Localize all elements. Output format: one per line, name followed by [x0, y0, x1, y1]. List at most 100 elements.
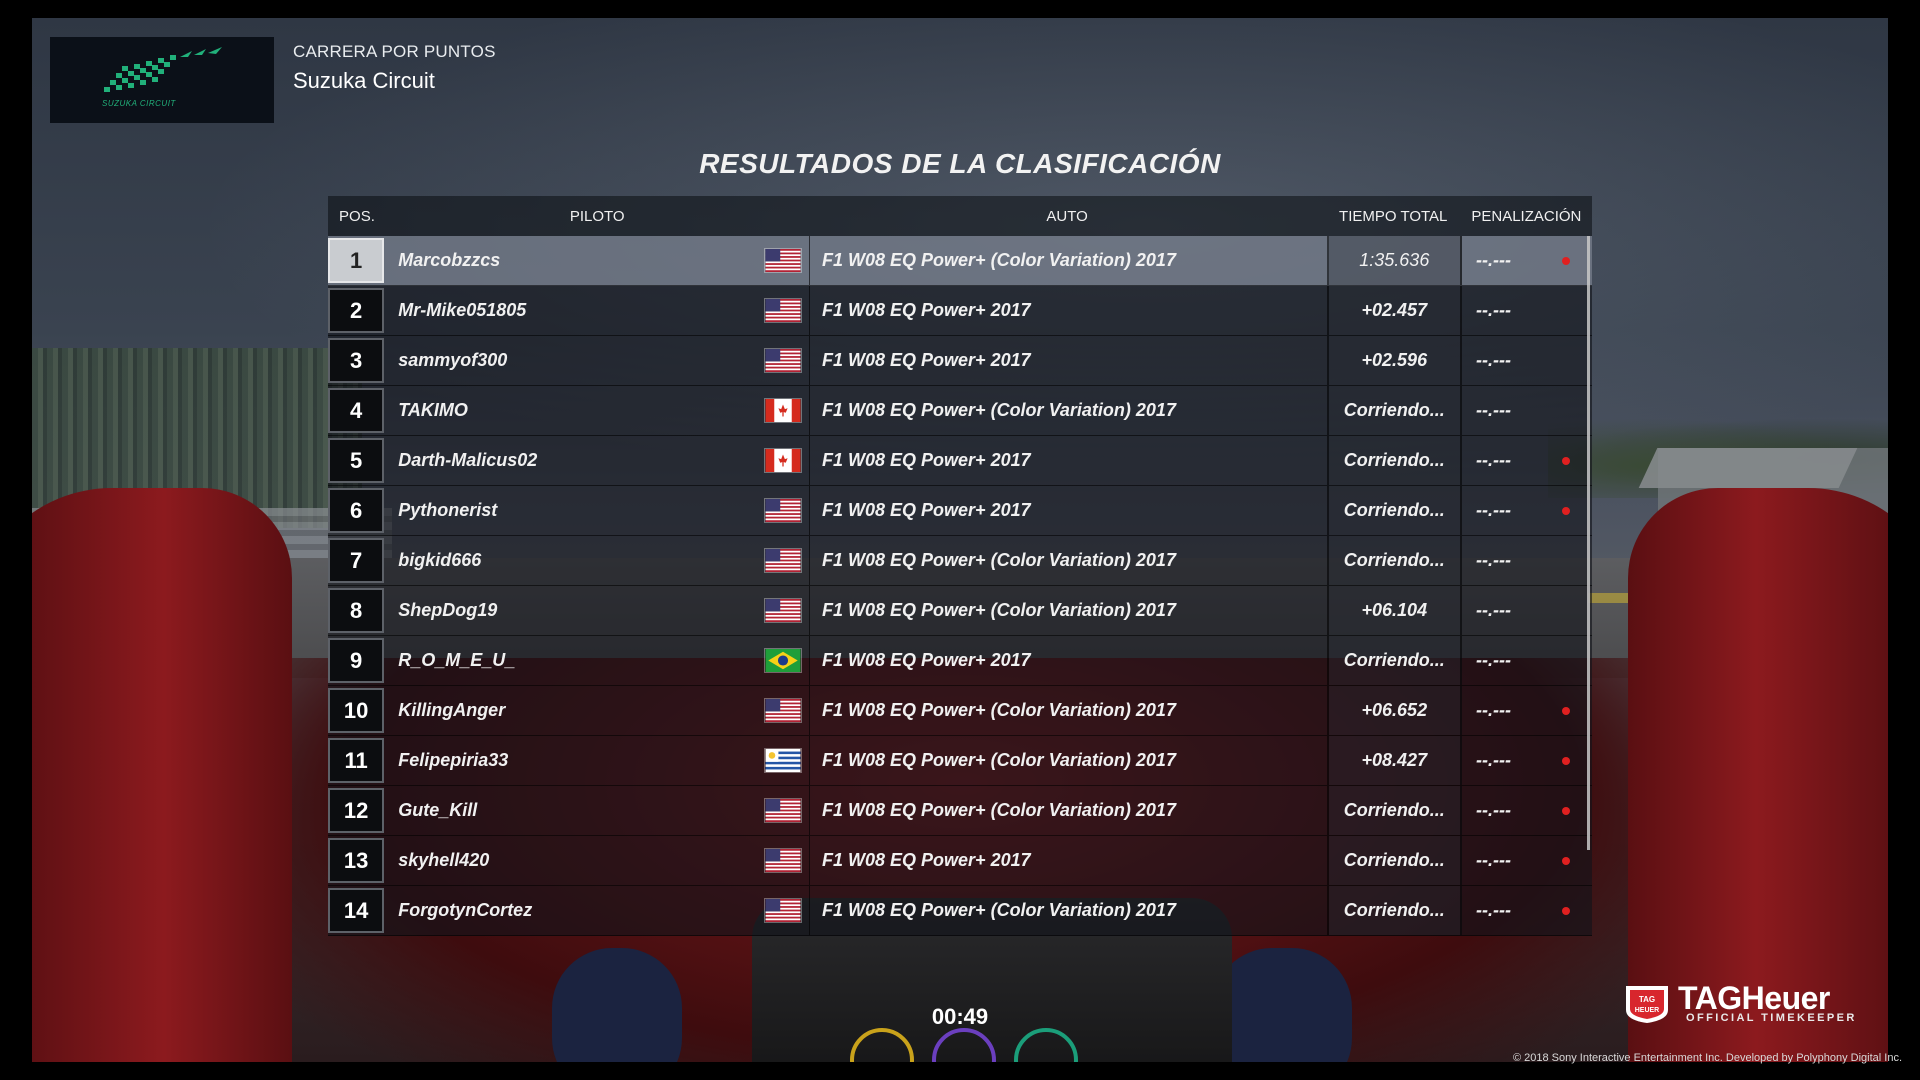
car-name: F1 W08 EQ Power+ 2017: [810, 436, 1329, 485]
total-time: +06.652: [1328, 686, 1463, 735]
pilot-name: Mr-Mike051805: [398, 300, 527, 320]
penalty-cell: --.---: [1462, 736, 1592, 785]
table-row[interactable]: 12 Gute_Kill F1 W08 EQ Power+ (Color Varia…: [328, 786, 1592, 836]
tag-heuer-shield-icon: TAG HEUER: [1626, 986, 1668, 1023]
car-name: F1 W08 EQ Power+ 2017: [810, 336, 1329, 385]
table-row[interactable]: 9 R_O_M_E_U_ F1 W08 EQ Power+ 2017 Corriend…: [328, 636, 1592, 686]
usa-flag-icon: [758, 336, 811, 385]
pilot-name: ShepDog19: [398, 600, 498, 620]
pilot-name: ForgotynCortez: [398, 900, 533, 920]
table-row[interactable]: 3 sammyof300 F1 W08 EQ Power+ 2017 +02.596-…: [328, 336, 1592, 386]
penalty-value: --.---: [1476, 450, 1512, 470]
penalty-value: --.---: [1476, 800, 1512, 820]
track-name: Suzuka Circuit: [293, 68, 435, 93]
penalty-indicator-icon: [1562, 807, 1571, 815]
table-body: 1 Marcobzzcs F1 W08 EQ Power+ (Color Varia…: [328, 236, 1592, 936]
position-number: 6: [328, 488, 385, 533]
table-row[interactable]: 8 ShepDog19 F1 W08 EQ Power+ (Color Variat…: [328, 586, 1592, 636]
penalty-indicator-icon: [1562, 457, 1571, 465]
table-row[interactable]: 10 KillingAnger F1 W08 EQ Power+ (Color Va…: [328, 686, 1592, 736]
penalty-value: --.---: [1476, 650, 1512, 670]
usa-flag-icon: [758, 836, 811, 885]
table-row[interactable]: 1 Marcobzzcs F1 W08 EQ Power+ (Color Varia…: [328, 236, 1592, 286]
table-row[interactable]: 14 ForgotynCortez F1 W08 EQ Power+ (Color …: [328, 886, 1592, 936]
car-name: F1 W08 EQ Power+ (Color Variation) 2017: [810, 536, 1329, 585]
total-time: +02.457: [1328, 286, 1463, 335]
penalty-indicator-icon: [1562, 857, 1571, 865]
car-name: F1 W08 EQ Power+ (Color Variation) 2017: [810, 586, 1329, 635]
penalty-value: --.---: [1476, 700, 1512, 720]
usa-flag-icon: [758, 686, 811, 735]
svg-text:HEUER: HEUER: [1635, 1007, 1660, 1014]
usa-flag-icon: [758, 236, 811, 285]
total-time: Corriendo...: [1328, 386, 1463, 435]
table-row[interactable]: 2 Mr-Mike051805 F1 W08 EQ Power+ 2017 +02.4…: [328, 286, 1592, 336]
checkered-flag-icon: [104, 47, 222, 92]
position-number: 13: [328, 838, 385, 883]
usa-flag-icon: [758, 586, 811, 635]
total-time: Corriendo...: [1328, 536, 1463, 585]
penalty-cell: --.---: [1462, 236, 1592, 285]
total-time: +02.596: [1328, 336, 1463, 385]
table-row[interactable]: 6 Pythonerist F1 W08 EQ Power+ 2017 Corrien…: [328, 486, 1592, 536]
position-number: 2: [328, 288, 385, 333]
sponsor-subtitle: OFFICIAL TIMEKEEPER: [1686, 1012, 1857, 1024]
position-number: 9: [328, 638, 385, 683]
position-number: 4: [328, 388, 385, 433]
usa-flag-icon: [758, 286, 811, 335]
header-car: AUTO: [1046, 207, 1088, 225]
penalty-value: --.---: [1476, 250, 1512, 270]
position-number: 5: [328, 438, 385, 483]
car-name: F1 W08 EQ Power+ 2017: [810, 636, 1329, 685]
penalty-value: --.---: [1476, 600, 1512, 620]
pilot-name: R_O_M_E_U_: [398, 650, 516, 670]
position-number: 3: [328, 338, 385, 383]
pit-roof: [1638, 448, 1858, 488]
canada-flag-icon: [758, 386, 811, 435]
penalty-cell: --.---: [1462, 886, 1592, 935]
car-name: F1 W08 EQ Power+ 2017: [810, 836, 1329, 885]
position-number: 14: [328, 888, 385, 933]
car-name: F1 W08 EQ Power+ (Color Variation) 2017: [810, 686, 1329, 735]
table-row[interactable]: 5 Darth-Malicus02 F1 W08 EQ Power+ 2017 Cor…: [328, 436, 1592, 486]
pilot-name: Pythonerist: [398, 500, 498, 520]
penalty-value: --.---: [1476, 850, 1512, 870]
logo-text: SUZUKA CIRCUIT: [102, 99, 176, 108]
track-logo: SUZUKA CIRCUIT: [50, 37, 274, 123]
usa-flag-icon: [758, 536, 811, 585]
penalty-value: --.---: [1476, 750, 1512, 770]
uruguay-flag-icon: [758, 736, 811, 785]
total-time: Corriendo...: [1328, 786, 1463, 835]
usa-flag-icon: [758, 786, 811, 835]
car-sidepod-right: [1628, 488, 1888, 1062]
table-row[interactable]: 7 bigkid666 F1 W08 EQ Power+ (Color Variat…: [328, 536, 1592, 586]
penalty-cell: --.---: [1462, 286, 1592, 335]
pilot-name: sammyof300: [398, 350, 508, 370]
car-name: F1 W08 EQ Power+ (Color Variation) 2017: [810, 886, 1329, 935]
penalty-cell: --.---: [1462, 336, 1592, 385]
header-pilot: PILOTO: [569, 207, 625, 225]
penalty-cell: --.---: [1462, 636, 1592, 685]
position-number: 11: [328, 738, 385, 783]
header-pos: POS.: [339, 207, 375, 225]
brazil-flag-icon: [758, 636, 811, 685]
event-type: CARRERA POR PUNTOS: [293, 42, 496, 61]
table-row[interactable]: 11 Felipepiria33 F1 W08 EQ Power+ (Color V…: [328, 736, 1592, 786]
position-number: 1: [328, 238, 385, 283]
table-header: POS. PILOTO AUTO TIEMPO TOTAL PENALIZACI…: [328, 196, 1592, 236]
penalty-indicator-icon: [1562, 707, 1571, 715]
svg-text:TAG: TAG: [1639, 995, 1655, 1004]
scrollbar[interactable]: [1587, 236, 1590, 850]
penalty-cell: --.---: [1462, 536, 1592, 585]
header-total-time: TIEMPO TOTAL: [1339, 207, 1448, 225]
pilot-name: TAKIMO: [398, 400, 468, 420]
table-row[interactable]: 13 skyhell420 F1 W08 EQ Power+ 2017 Corrien…: [328, 836, 1592, 886]
copyright: © 2018 Sony Interactive Entertainment In…: [1512, 1052, 1902, 1064]
results-title: RESULTADOS DE LA CLASIFICACIÓN: [699, 148, 1221, 179]
penalty-value: --.---: [1476, 300, 1512, 320]
table-row[interactable]: 4 TAKIMO F1 W08 EQ Power+ (Color Variation…: [328, 386, 1592, 436]
pilot-name: Gute_Kill: [398, 800, 478, 820]
penalty-cell: --.---: [1462, 436, 1592, 485]
car-name: F1 W08 EQ Power+ (Color Variation) 2017: [810, 786, 1329, 835]
penalty-cell: --.---: [1462, 586, 1592, 635]
